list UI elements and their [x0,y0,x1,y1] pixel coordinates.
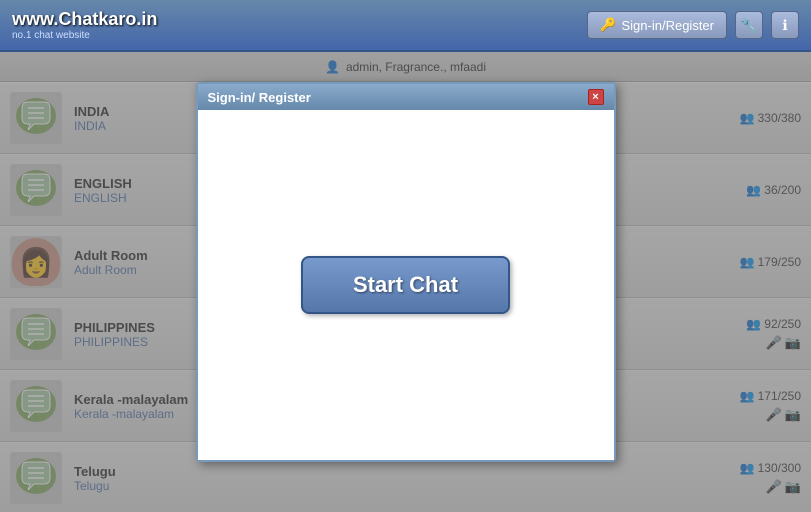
header-right: 🔑 Sign-in/Register 🔧 ℹ [587,11,799,39]
logo-main: www.Chatkaro.in [12,9,157,30]
modal-body: Start Chat [198,110,614,460]
logo-subtitle: no.1 chat website [12,30,157,41]
key-icon: 🔑 [600,17,616,33]
modal-close-button[interactable]: × [588,89,604,105]
start-chat-button[interactable]: Start Chat [301,256,510,314]
modal-title: Sign-in/ Register [208,90,311,105]
signin-label: Sign-in/Register [622,18,715,33]
main-content: 👤 admin, Fragrance., mfaadi INDIAINDIA👥 … [0,52,811,512]
signin-register-button[interactable]: 🔑 Sign-in/Register [587,11,727,39]
logo-area: www.Chatkaro.in no.1 chat website [12,9,157,41]
info-icon: ℹ [782,17,787,34]
modal-header: Sign-in/ Register × [198,84,614,110]
info-icon-button[interactable]: ℹ [771,11,799,39]
signin-modal: Sign-in/ Register × Start Chat [196,82,616,462]
wrench-icon-button[interactable]: 🔧 [735,11,763,39]
modal-overlay: Sign-in/ Register × Start Chat [0,52,811,512]
wrench-icon: 🔧 [740,17,757,34]
header: www.Chatkaro.in no.1 chat website 🔑 Sign… [0,0,811,52]
